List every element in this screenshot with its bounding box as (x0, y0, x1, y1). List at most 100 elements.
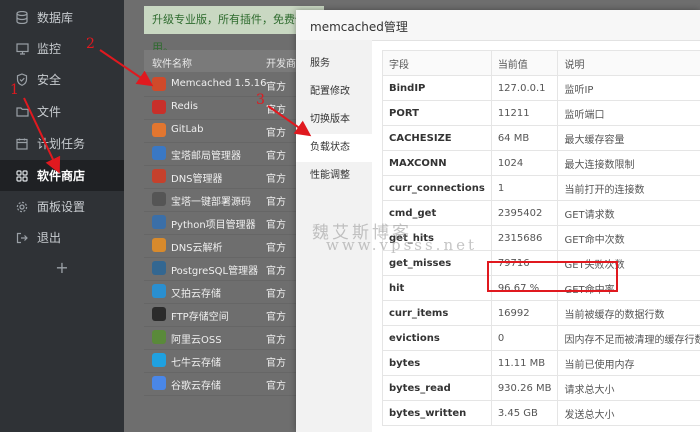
status-description: 当前被缓存的数据行数 (557, 300, 700, 326)
annotation-label-3: 3 (256, 92, 265, 108)
watermark-url: www.vpsss.net (326, 236, 478, 254)
plugin-name: 七牛云存储 (171, 358, 221, 369)
plugin-row[interactable]: 宝塔邮局管理器 官方 (144, 142, 300, 166)
plugin-logo-icon (152, 353, 166, 367)
table-row: PORT 11211 监听端口 (382, 100, 700, 126)
plugin-logo-icon (152, 123, 166, 137)
plugin-logo-icon (152, 307, 166, 321)
status-field: bytes_read (382, 375, 492, 401)
plugin-logo-icon (152, 169, 166, 183)
tab-load-status[interactable]: 负载状态 (296, 134, 372, 162)
sidebar: 数据库 监控 安全 文件 计划任务 软件商店 面板设置 退出 + (0, 0, 124, 432)
status-description: 发送总大小 (557, 400, 700, 426)
sidebar-item-label: 软件商店 (37, 169, 86, 183)
plugin-developer: 官方 (266, 105, 286, 116)
grid-icon (15, 169, 29, 183)
status-value: 127.0.0.1 (490, 75, 559, 101)
plugin-row[interactable]: FTP存储空间 官方 (144, 303, 300, 327)
status-value: 64 MB (490, 125, 559, 151)
table-row: bytes_read 930.26 MB 请求总大小 (382, 375, 700, 401)
annotation-label-1: 1 (10, 82, 19, 98)
column-header-developer: 开发商 (266, 59, 296, 70)
database-icon (15, 11, 29, 25)
status-field: PORT (382, 100, 492, 126)
plugin-row[interactable]: Redis 官方 (144, 96, 300, 120)
plugin-logo-icon (152, 238, 166, 252)
plugin-name: 又拍云存储 (171, 289, 221, 300)
status-value: 2315686 (490, 225, 559, 251)
plugin-developer: 官方 (266, 335, 286, 346)
tab-version[interactable]: 切换版本 (296, 106, 372, 134)
add-icon[interactable]: + (0, 258, 124, 277)
sidebar-item-label: 计划任务 (37, 137, 86, 151)
status-description: 因内存不足而被清理的缓存行数 (557, 325, 700, 351)
sidebar-item-database[interactable]: 数据库 (0, 2, 124, 33)
status-value: 2395402 (490, 200, 559, 226)
plugin-row[interactable]: GitLab 官方 (144, 119, 300, 143)
plugin-logo-icon (152, 284, 166, 298)
plugin-row[interactable]: 阿里云OSS 官方 (144, 326, 300, 350)
plugin-row[interactable]: 又拍云存储 官方 (144, 280, 300, 304)
plugin-developer: 官方 (266, 266, 286, 277)
sidebar-item-label: 退出 (37, 231, 62, 245)
column-header-description: 说明 (557, 50, 700, 76)
plugin-row[interactable]: DNS云解析 官方 (144, 234, 300, 258)
plugin-row[interactable]: DNS管理器 官方 (144, 165, 300, 189)
table-row: cmd_get 2395402 GET请求数 (382, 200, 700, 226)
status-field: curr_items (382, 300, 492, 326)
annotation-label-2: 2 (86, 36, 95, 52)
sidebar-item-cron[interactable]: 计划任务 (0, 128, 124, 159)
plugin-developer: 官方 (266, 289, 286, 300)
plugin-row[interactable]: Python项目管理器 官方 (144, 211, 300, 235)
status-description: 请求总大小 (557, 375, 700, 401)
plugin-name: Memcached 1.5.16 (171, 78, 267, 89)
sidebar-item-monitor[interactable]: 监控 (0, 33, 124, 64)
table-row: bytes 11.11 MB 当前已使用内存 (382, 350, 700, 376)
status-field: BindIP (382, 75, 492, 101)
tab-config[interactable]: 配置修改 (296, 78, 372, 106)
modal-title: memcached管理 (310, 20, 408, 34)
status-description: GET请求数 (557, 200, 700, 226)
status-value: 11.11 MB (490, 350, 559, 376)
column-header-name: 软件名称 (152, 59, 192, 70)
status-field: hit (382, 275, 492, 301)
plugin-row[interactable]: Memcached 1.5.16 官方 (144, 73, 300, 97)
logout-icon (15, 231, 29, 245)
plugin-name: PostgreSQL管理器 (171, 266, 259, 277)
plugin-logo-icon (152, 77, 166, 91)
status-description: 监听端口 (557, 100, 700, 126)
plugin-row[interactable]: PostgreSQL管理器 官方 (144, 257, 300, 281)
status-field: bytes (382, 350, 492, 376)
table-row: curr_connections 1 当前打开的连接数 (382, 175, 700, 201)
plugin-developer: 官方 (266, 197, 286, 208)
plugin-row[interactable]: 宝塔一键部署源码 官方 (144, 188, 300, 212)
status-field: MAXCONN (382, 150, 492, 176)
plugin-row[interactable]: 七牛云存储 官方 (144, 349, 300, 373)
plugin-name: GitLab (171, 124, 204, 135)
sidebar-item-files[interactable]: 文件 (0, 96, 124, 127)
status-value: 3.45 GB (490, 400, 559, 426)
status-field: curr_connections (382, 175, 492, 201)
plugin-name: FTP存储空间 (171, 312, 229, 323)
sidebar-item-panel-settings[interactable]: 面板设置 (0, 191, 124, 222)
plugin-developer: 官方 (266, 128, 286, 139)
modal-title-bar: memcached管理 (296, 10, 700, 41)
table-row: bytes_written 3.45 GB 发送总大小 (382, 400, 700, 426)
sidebar-item-app-store[interactable]: 软件商店 (0, 160, 124, 191)
folder-icon (15, 105, 29, 119)
status-value: 1 (490, 175, 559, 201)
table-row: curr_items 16992 当前被缓存的数据行数 (382, 300, 700, 326)
tab-performance[interactable]: 性能调整 (296, 162, 372, 190)
plugin-developer: 官方 (266, 243, 286, 254)
plugin-row[interactable]: 谷歌云存储 官方 (144, 372, 300, 396)
sidebar-item-logout[interactable]: 退出 (0, 222, 124, 253)
sidebar-item-label: 文件 (37, 105, 62, 119)
tab-service[interactable]: 服务 (296, 50, 372, 78)
status-description: 当前已使用内存 (557, 350, 700, 376)
clock-icon (15, 137, 29, 151)
highlight-box (487, 261, 618, 292)
table-row: CACHESIZE 64 MB 最大缓存容量 (382, 125, 700, 151)
table-row: MAXCONN 1024 最大连接数限制 (382, 150, 700, 176)
status-field: bytes_written (382, 400, 492, 426)
plugin-logo-icon (152, 192, 166, 206)
